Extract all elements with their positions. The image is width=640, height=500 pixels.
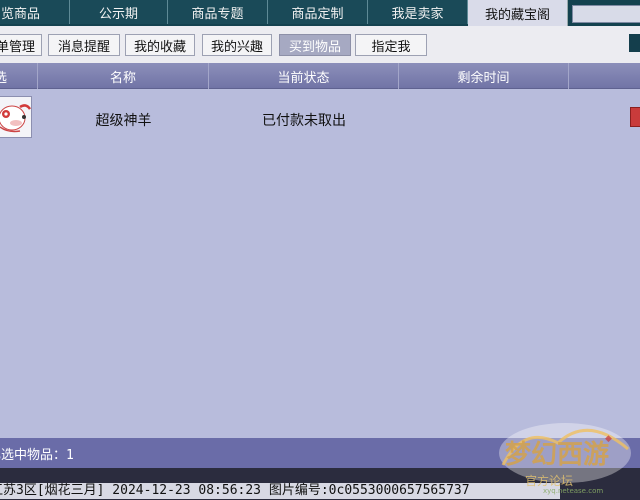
logo-url: xyq.netease.com <box>543 487 603 495</box>
my-interests-label: 我的兴趣 <box>210 39 263 55</box>
item-status: 已付款未取出 <box>262 113 346 129</box>
column-remaining-time[interactable]: 剩余时间 <box>399 63 569 89</box>
designated-me-button[interactable]: 指定我 <box>355 34 427 56</box>
column-remaining-time-label: 剩余时间 <box>457 70 510 86</box>
logo-subtitle: 官方论坛 <box>525 473 573 488</box>
designated-me-label: 指定我 <box>371 39 411 55</box>
my-interests-button[interactable]: 我的兴趣 <box>202 34 272 56</box>
my-favorites-button[interactable]: 我的收藏 <box>125 34 195 56</box>
selected-count: 已选中物品：1 <box>0 447 74 463</box>
column-status[interactable]: 当前状态 <box>209 63 399 89</box>
tab-i-am-seller-label: 我是卖家 <box>391 6 444 22</box>
sub-toolbar: 订单管理 消息提醒 我的收藏 我的兴趣 买到物品 指定我 <box>0 26 640 64</box>
column-status-label: 当前状态 <box>277 70 330 86</box>
tab-goods-topics-label: 商品专题 <box>191 6 244 22</box>
tab-goods-topics[interactable]: 商品专题 <box>168 0 268 24</box>
item-icon[interactable] <box>0 96 32 138</box>
column-select[interactable]: 选 <box>0 63 38 89</box>
sheep-icon <box>0 104 31 133</box>
column-actions <box>569 63 640 89</box>
column-select-label: 选 <box>0 67 7 86</box>
logo-icon: 梦幻西游 ◆ 官方论坛 xyq.netease.com <box>499 423 631 495</box>
tab-goods-custom[interactable]: 商品定制 <box>268 0 368 24</box>
my-favorites-label: 我的收藏 <box>133 39 186 55</box>
screenshot-stamp: 江苏3区[烟花三月] 2024-12-23 08:56:23 图片编号:0c05… <box>0 483 560 499</box>
item-name: 超级神羊 <box>95 113 152 129</box>
screenshot-stamp-text: 江苏3区[烟花三月] 2024-12-23 08:56:23 图片编号:0c05… <box>0 483 470 498</box>
item-remaining-time <box>399 110 569 130</box>
message-reminder-button[interactable]: 消息提醒 <box>48 34 120 56</box>
bought-items-button[interactable]: 买到物品 <box>279 34 351 56</box>
top-navigation: 浏览商品 公示期 商品专题 商品定制 我是卖家 我的藏宝阁 <box>0 0 640 26</box>
corner-indicator <box>629 34 640 52</box>
order-management-button[interactable]: 订单管理 <box>0 34 42 56</box>
search-input[interactable] <box>572 5 640 23</box>
tab-my-treasure[interactable]: 我的藏宝阁 <box>468 0 568 26</box>
order-management-label: 订单管理 <box>0 39 35 55</box>
tab-public-period-label: 公示期 <box>98 6 138 22</box>
svg-text:◆: ◆ <box>605 434 612 444</box>
table-row[interactable]: 超级神羊 已付款未取出 <box>0 90 640 150</box>
column-name-label: 名称 <box>109 70 136 86</box>
tab-public-period[interactable]: 公示期 <box>70 0 168 24</box>
take-out-button[interactable] <box>630 107 640 127</box>
game-logo-watermark: 梦幻西游 ◆ 官方论坛 xyq.netease.com <box>495 415 635 495</box>
table-header: 选 名称 当前状态 剩余时间 <box>0 63 640 89</box>
column-name[interactable]: 名称 <box>38 63 209 89</box>
tab-browse-goods-label: 浏览商品 <box>0 6 41 22</box>
bought-items-label: 买到物品 <box>288 39 341 55</box>
tab-i-am-seller[interactable]: 我是卖家 <box>368 0 468 24</box>
tab-browse-goods[interactable]: 浏览商品 <box>0 0 70 24</box>
message-reminder-label: 消息提醒 <box>57 39 110 55</box>
logo-title: 梦幻西游 <box>505 440 609 470</box>
tab-goods-custom-label: 商品定制 <box>291 6 344 22</box>
tab-my-treasure-label: 我的藏宝阁 <box>484 7 550 23</box>
